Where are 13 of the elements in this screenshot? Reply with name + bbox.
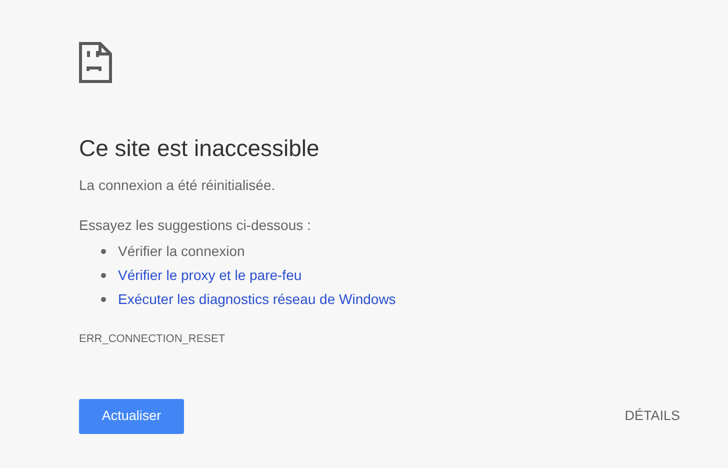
suggestions-intro: Essayez les suggestions ci-dessous : (79, 216, 312, 235)
bullet-icon (101, 272, 106, 278)
error-summary: La connexion a été réinitialisée. (79, 176, 276, 195)
error-code: ERR_CONNECTION_RESET (79, 332, 226, 347)
bullet-icon (101, 248, 106, 254)
suggestion-link[interactable]: Vérifier le proxy et le pare-feu (118, 264, 302, 286)
sad-page-icon (79, 42, 112, 83)
error-heading: Ce site est inaccessible (79, 134, 320, 163)
bullet-icon (101, 296, 106, 302)
suggestion-link[interactable]: Exécuter les diagnostics réseau de Windows (118, 288, 396, 310)
details-button[interactable]: DÉTAILS (624, 399, 680, 434)
suggestion-text: Vérifier la connexion (118, 242, 245, 260)
reload-button[interactable]: Actualiser (79, 399, 184, 434)
